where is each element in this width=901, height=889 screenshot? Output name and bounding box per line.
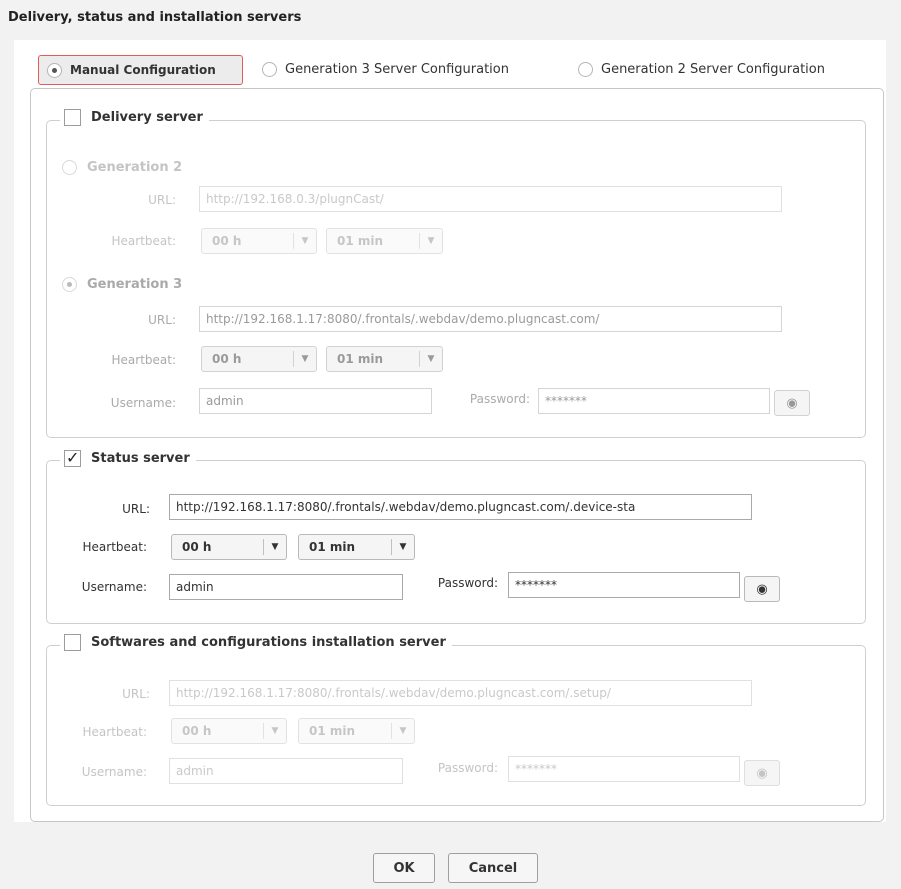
gen2-hours-select[interactable]: 00 h ▼ <box>201 228 317 254</box>
dropdown-arrow-icon: ▼ <box>391 723 414 739</box>
gen3-url-label: URL: <box>148 313 176 327</box>
gen2-label: Generation 2 <box>87 160 183 175</box>
gen3-username-label: Username: <box>110 396 176 410</box>
radio-icon[interactable] <box>578 62 593 77</box>
gen3-option[interactable]: Generation 3 <box>62 277 182 292</box>
status-legend: Status server <box>60 448 196 467</box>
install-hours-value: 00 h <box>182 724 212 738</box>
install-heartbeat-label: Heartbeat: <box>82 725 148 739</box>
radio-icon[interactable] <box>262 62 277 77</box>
dropdown-arrow-icon: ▼ <box>293 351 316 367</box>
install-legend-label: Softwares and configurations installatio… <box>91 635 446 650</box>
gen3-password-input[interactable]: ******* <box>538 388 770 414</box>
status-password-label: Password: <box>437 576 498 590</box>
status-heartbeat-label: Heartbeat: <box>82 540 148 554</box>
dropdown-arrow-icon: ▼ <box>419 351 442 367</box>
eye-slash-icon[interactable]: ◉ <box>744 576 780 602</box>
mode-manual[interactable]: Manual Configuration <box>38 55 243 85</box>
install-url-input[interactable]: http://192.168.1.17:8080/.frontals/.webd… <box>169 680 752 706</box>
status-url-label: URL: <box>122 502 150 516</box>
status-password-input[interactable]: ******* <box>508 572 740 598</box>
install-minutes-value: 01 min <box>309 724 356 738</box>
gen3-label: Generation 3 <box>87 277 183 292</box>
gen2-heartbeat-label: Heartbeat: <box>111 234 177 248</box>
gen2-url-input[interactable]: http://192.168.0.3/plugnCast/ <box>199 186 782 212</box>
gen2-url-label: URL: <box>148 193 176 207</box>
status-username-label: Username: <box>81 580 147 594</box>
eye-slash-icon[interactable]: ◉ <box>744 760 780 786</box>
ok-button[interactable]: OK <box>373 853 435 883</box>
install-password-input[interactable]: ******* <box>508 756 740 782</box>
install-checkbox[interactable] <box>64 634 81 651</box>
install-username-input[interactable]: admin <box>169 758 403 784</box>
gen2-hours-value: 00 h <box>212 234 242 248</box>
status-hours-value: 00 h <box>182 540 212 554</box>
status-legend-label: Status server <box>91 451 190 466</box>
cancel-button[interactable]: Cancel <box>448 853 538 883</box>
install-hours-select[interactable]: 00 h ▼ <box>171 718 287 744</box>
install-minutes-select[interactable]: 01 min ▼ <box>298 718 415 744</box>
gen3-hours-value: 00 h <box>212 352 242 366</box>
radio-icon[interactable] <box>62 160 77 175</box>
status-checkbox[interactable] <box>64 448 81 467</box>
delivery-legend-label: Delivery server <box>91 110 203 125</box>
dropdown-arrow-icon: ▼ <box>391 539 414 555</box>
status-username-input[interactable]: admin <box>169 574 403 600</box>
gen2-minutes-select[interactable]: 01 min ▼ <box>326 228 443 254</box>
gen3-url-input[interactable]: http://192.168.1.17:8080/.frontals/.webd… <box>199 306 782 332</box>
gen3-password-label: Password: <box>469 392 530 406</box>
dropdown-arrow-icon: ▼ <box>293 233 316 249</box>
install-username-label: Username: <box>81 765 147 779</box>
status-hours-select[interactable]: 00 h ▼ <box>171 534 287 560</box>
delivery-checkbox[interactable] <box>64 109 81 126</box>
gen3-minutes-select[interactable]: 01 min ▼ <box>326 346 443 372</box>
install-legend: Softwares and configurations installatio… <box>60 634 452 651</box>
gen3-minutes-value: 01 min <box>337 352 384 366</box>
mode-gen3[interactable]: Generation 3 Server Configuration <box>262 62 509 77</box>
status-url-input[interactable]: http://192.168.1.17:8080/.frontals/.webd… <box>169 494 752 520</box>
gen2-option[interactable]: Generation 2 <box>62 160 182 175</box>
dropdown-arrow-icon: ▼ <box>263 539 286 555</box>
dropdown-arrow-icon: ▼ <box>263 723 286 739</box>
gen2-minutes-value: 01 min <box>337 234 384 248</box>
mode-manual-label: Manual Configuration <box>70 63 216 77</box>
radio-icon[interactable] <box>47 62 62 78</box>
status-minutes-value: 01 min <box>309 540 356 554</box>
mode-gen3-label: Generation 3 Server Configuration <box>285 62 509 77</box>
eye-slash-icon[interactable]: ◉ <box>774 390 810 416</box>
mode-gen2[interactable]: Generation 2 Server Configuration <box>578 62 825 77</box>
gen3-hours-select[interactable]: 00 h ▼ <box>201 346 317 372</box>
radio-icon[interactable] <box>62 277 77 292</box>
dropdown-arrow-icon: ▼ <box>419 233 442 249</box>
mode-gen2-label: Generation 2 Server Configuration <box>601 62 825 77</box>
install-url-label: URL: <box>122 687 150 701</box>
dialog-title: Delivery, status and installation server… <box>8 10 302 25</box>
status-minutes-select[interactable]: 01 min ▼ <box>298 534 415 560</box>
delivery-legend: Delivery server <box>60 109 209 126</box>
gen3-username-input[interactable]: admin <box>199 388 432 414</box>
gen3-heartbeat-label: Heartbeat: <box>111 353 177 367</box>
install-password-label: Password: <box>437 761 498 775</box>
